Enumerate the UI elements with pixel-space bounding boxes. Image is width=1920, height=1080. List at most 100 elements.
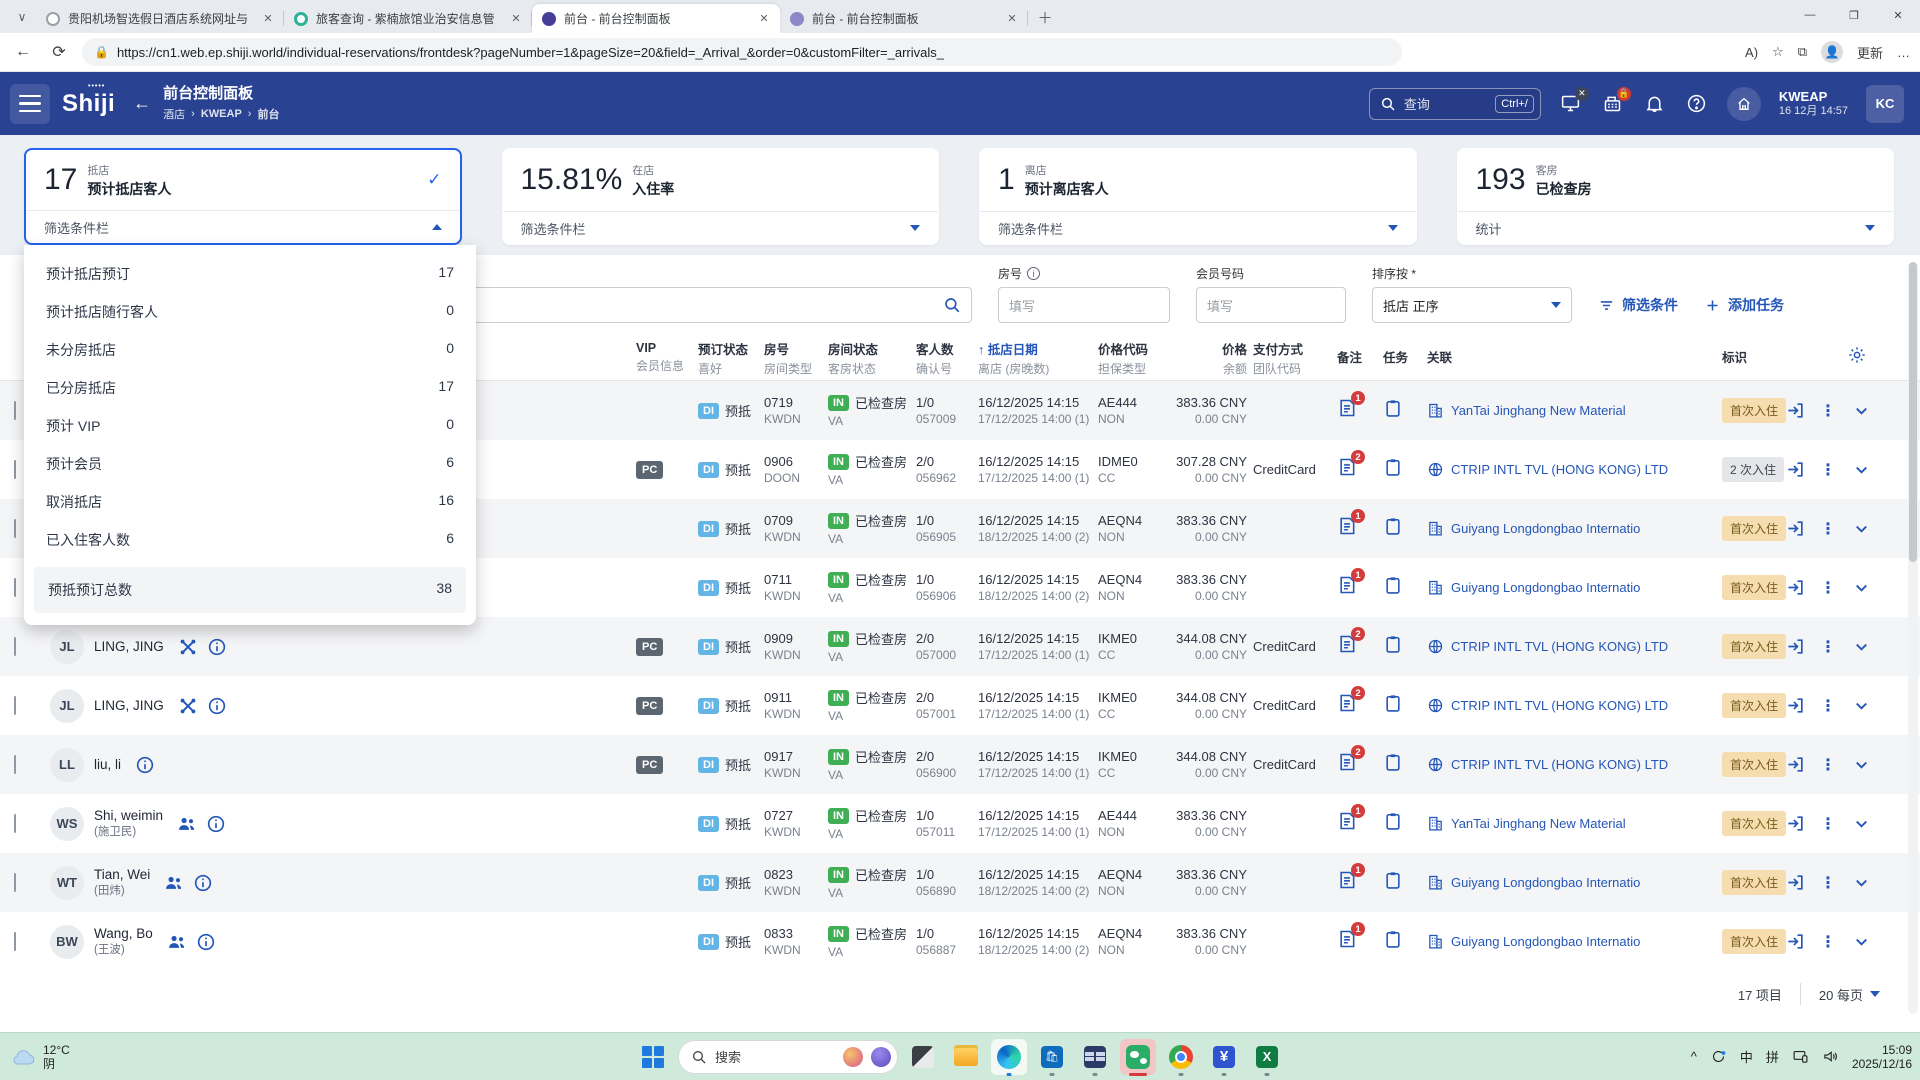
scrollbar-thumb[interactable] — [1909, 262, 1917, 562]
company-link[interactable]: Guiyang Longdongbao Internatio — [1451, 934, 1640, 949]
guest-info-icon[interactable] — [193, 873, 213, 893]
table-row[interactable]: WSShi, weimin(施卫民)DI预抵0727KWDNIN已检查房VA1/… — [0, 794, 1920, 853]
task-icon[interactable] — [1383, 811, 1403, 831]
company-link[interactable]: CTRIP INTL TVL (HONG KONG) LTD — [1451, 639, 1668, 654]
card-departures[interactable]: 1 离店预计离店客人 筛选条件栏 — [979, 148, 1417, 245]
browser-update-button[interactable]: 更新 — [1857, 43, 1883, 62]
check-in-icon[interactable] — [1786, 814, 1805, 833]
window-minimize-button[interactable]: — — [1788, 0, 1832, 30]
filter-dropdown-item[interactable]: 未分房抵店0 — [24, 331, 476, 369]
check-in-icon[interactable] — [1786, 755, 1805, 774]
filter-dropdown-item[interactable]: 预计抵店预订17 — [24, 255, 476, 293]
ime-language-icon[interactable]: 中 — [1740, 1047, 1753, 1066]
expand-row-icon[interactable] — [1852, 696, 1871, 715]
departures-filter-bar[interactable]: 筛选条件栏 — [980, 211, 1416, 244]
microsoft-store-icon[interactable]: 🛍 — [1034, 1039, 1070, 1075]
expand-row-icon[interactable] — [1852, 519, 1871, 538]
guest-name[interactable]: liu, li — [94, 757, 121, 772]
filter-dropdown-item[interactable]: 已分房抵店17 — [24, 369, 476, 407]
window-maximize-button[interactable]: ❐ — [1832, 0, 1876, 30]
row-checkbox[interactable] — [14, 401, 16, 420]
column-header[interactable]: 价格代码担保类型 — [1098, 339, 1158, 377]
task-view-icon[interactable] — [905, 1039, 941, 1075]
tab-close-icon[interactable]: ✕ — [1004, 11, 1020, 27]
property-info[interactable]: KWEAP 16 12月 14:57 — [1779, 89, 1848, 119]
column-header[interactable]: 标识 — [1722, 347, 1801, 368]
volume-icon[interactable] — [1822, 1048, 1839, 1065]
user-avatar[interactable]: KC — [1866, 85, 1904, 123]
expand-row-icon[interactable] — [1852, 401, 1871, 420]
unionpay-icon[interactable]: ¥ — [1206, 1039, 1242, 1075]
guest-name[interactable]: Wang, Bo — [94, 926, 153, 941]
breadcrumb-hotel[interactable]: 酒店 — [163, 106, 185, 122]
tab-close-icon[interactable]: ✕ — [508, 11, 524, 27]
guest-info-icon[interactable] — [206, 814, 226, 834]
row-menu-icon[interactable]: ⋮ — [1820, 873, 1837, 893]
guest-info-icon[interactable] — [196, 932, 216, 952]
task-icon[interactable] — [1383, 575, 1403, 595]
file-explorer-icon[interactable] — [948, 1039, 984, 1075]
notes-icon[interactable]: 2 — [1337, 752, 1357, 772]
table-row[interactable]: JLLING, JINGPCDI预抵0911KWDNIN已检查房VA2/0057… — [0, 676, 1920, 735]
column-header[interactable]: ↑ 抵店日期离店 (房晚数) — [978, 339, 1098, 377]
task-icon[interactable] — [1383, 870, 1403, 890]
room-number-input[interactable]: 填写 — [998, 287, 1170, 323]
ime-mode-icon[interactable]: 拼 — [1766, 1047, 1779, 1066]
guest-info-icon[interactable] — [207, 637, 227, 657]
check-in-icon[interactable] — [1786, 401, 1805, 420]
company-link[interactable]: Guiyang Longdongbao Internatio — [1451, 521, 1640, 536]
task-icon[interactable] — [1383, 516, 1403, 536]
global-search-input[interactable]: 查询 Ctrl+/ — [1369, 88, 1541, 120]
guest-name[interactable]: LING, JING — [94, 639, 164, 654]
company-link[interactable]: YanTai Jinghang New Material — [1451, 403, 1626, 418]
taskbar-weather-widget[interactable]: 12°C阴 — [10, 1043, 70, 1071]
notes-icon[interactable]: 2 — [1337, 693, 1357, 713]
row-checkbox[interactable] — [14, 578, 16, 597]
linked-reservation-icon[interactable] — [178, 637, 198, 657]
expand-row-icon[interactable] — [1852, 873, 1871, 892]
column-header[interactable]: 支付方式团队代码 — [1253, 339, 1337, 377]
row-checkbox[interactable] — [14, 519, 16, 538]
cashier-icon[interactable]: 🔒 — [1601, 92, 1625, 116]
arrivals-filter-bar[interactable]: 筛选条件栏 — [26, 210, 460, 243]
browser-menu-icon[interactable]: … — [1897, 45, 1910, 60]
notes-icon[interactable]: 1 — [1337, 870, 1357, 890]
guest-name[interactable]: Shi, weimin — [94, 808, 163, 823]
occupancy-filter-bar[interactable]: 筛选条件栏 — [503, 211, 939, 244]
url-text[interactable]: https://cn1.web.ep.shiji.world/individua… — [117, 45, 944, 60]
guest-info-icon[interactable] — [207, 696, 227, 716]
check-in-icon[interactable] — [1786, 460, 1805, 479]
linked-reservation-icon[interactable] — [178, 696, 198, 716]
member-number-input[interactable]: 填写 — [1196, 287, 1346, 323]
expand-row-icon[interactable] — [1852, 932, 1871, 951]
table-row[interactable]: LLliu, liPCDI预抵0917KWDNIN已检查房VA2/0056900… — [0, 735, 1920, 794]
tray-chevron-icon[interactable]: ^ — [1691, 1049, 1697, 1064]
column-header[interactable]: 预订状态喜好 — [698, 339, 764, 377]
row-menu-icon[interactable]: ⋮ — [1820, 755, 1837, 775]
notes-icon[interactable]: 1 — [1337, 516, 1357, 536]
page-size-select[interactable]: 20 每页 — [1819, 985, 1880, 1004]
favorites-star-icon[interactable]: ☆ — [1772, 44, 1784, 60]
cast-device-icon[interactable] — [1792, 1048, 1809, 1065]
guest-info-icon[interactable] — [135, 755, 155, 775]
collections-icon[interactable]: ⧉ — [1798, 44, 1807, 60]
company-link[interactable]: Guiyang Longdongbao Internatio — [1451, 875, 1640, 890]
address-bar[interactable]: 🔒 https://cn1.web.ep.shiji.world/individ… — [82, 38, 1402, 66]
filter-dropdown-item[interactable]: 预计会员6 — [24, 445, 476, 483]
read-aloud-icon[interactable]: A) — [1745, 45, 1758, 60]
tab-close-icon[interactable]: ✕ — [756, 11, 772, 27]
home-icon[interactable] — [1727, 87, 1761, 121]
help-icon[interactable] — [1685, 92, 1709, 116]
column-header[interactable]: 备注 — [1337, 347, 1383, 368]
vertical-scrollbar[interactable] — [1908, 262, 1918, 1014]
check-in-icon[interactable] — [1786, 637, 1805, 656]
card-arrivals[interactable]: 17 抵店预计抵店客人 ✓ 筛选条件栏 — [24, 148, 462, 245]
task-icon[interactable] — [1383, 693, 1403, 713]
company-link[interactable]: CTRIP INTL TVL (HONG KONG) LTD — [1451, 698, 1668, 713]
workstation-icon[interactable]: ✕ — [1559, 92, 1583, 116]
new-tab-button[interactable]: ＋ — [1032, 4, 1058, 30]
filter-dropdown-item[interactable]: 预计抵店随行客人0 — [24, 293, 476, 331]
check-in-icon[interactable] — [1786, 519, 1805, 538]
info-icon[interactable]: i — [1027, 267, 1040, 280]
table-settings-gear-icon[interactable] — [1847, 345, 1867, 365]
